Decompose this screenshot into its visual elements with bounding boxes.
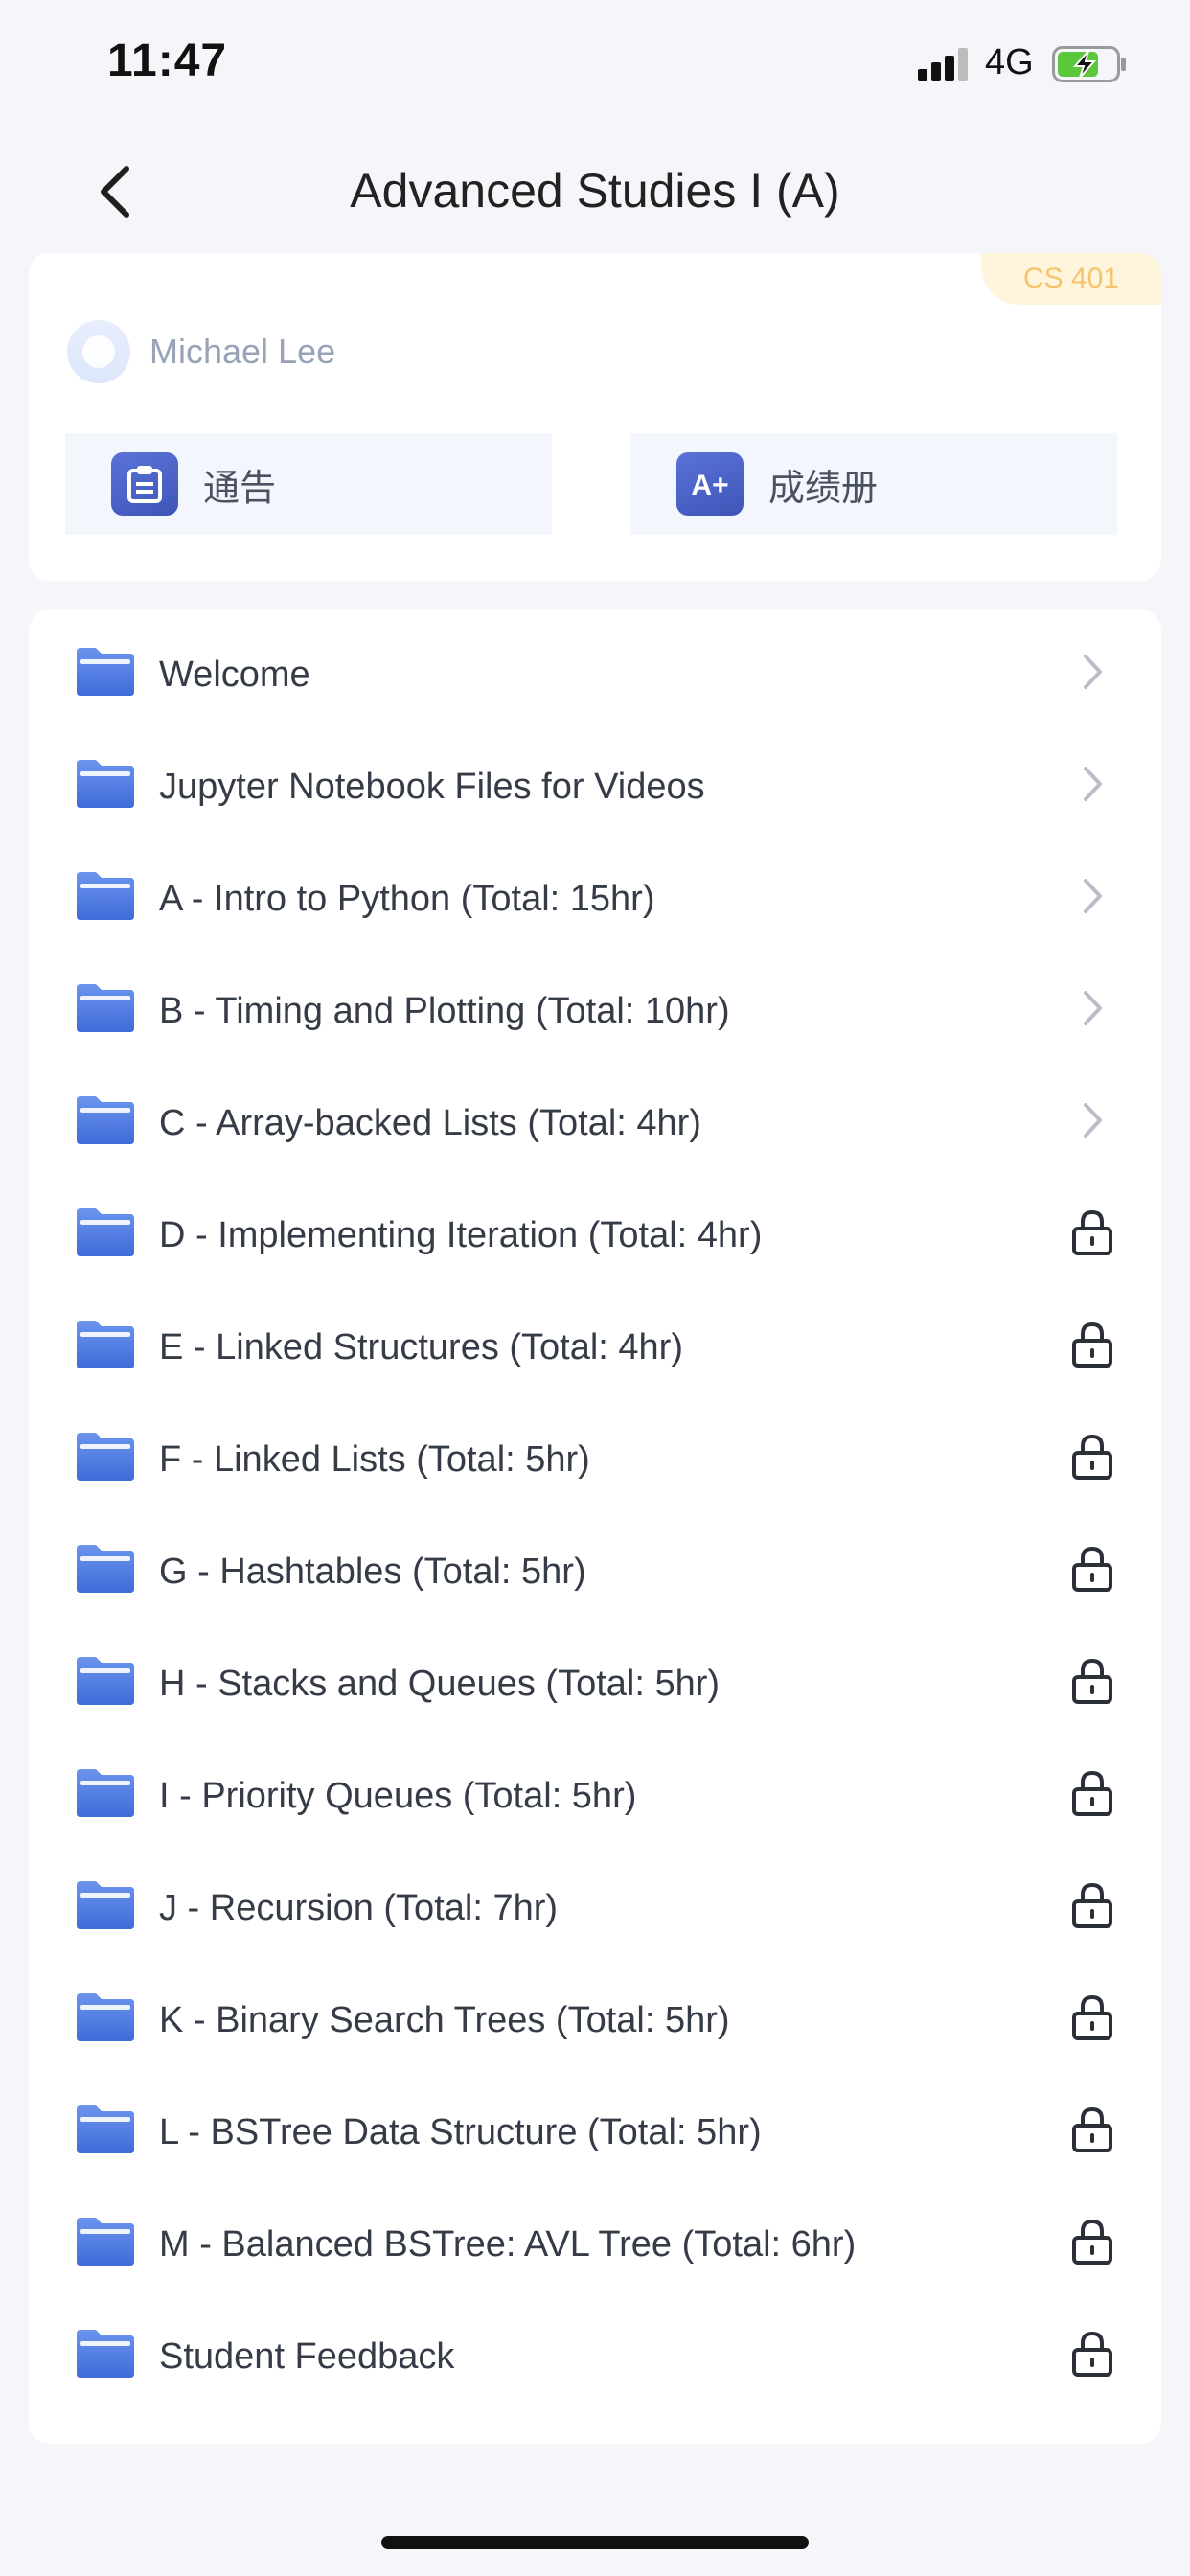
module-list: Welcome Jupyter Notebook Files for Videos… bbox=[29, 610, 1161, 2444]
home-indicator bbox=[381, 2536, 809, 2549]
lock-icon bbox=[1069, 1208, 1115, 1256]
module-label: Welcome bbox=[159, 655, 310, 695]
module-label: F - Linked Lists (Total: 5hr) bbox=[159, 1439, 590, 1480]
module-item[interactable]: Welcome bbox=[29, 619, 1161, 731]
folder-icon bbox=[77, 1881, 134, 1929]
folder-icon bbox=[77, 984, 134, 1032]
module-item[interactable]: B - Timing and Plotting (Total: 10hr) bbox=[29, 955, 1161, 1068]
module-item[interactable]: C - Array-backed Lists (Total: 4hr) bbox=[29, 1068, 1161, 1180]
folder-icon bbox=[77, 1096, 134, 1144]
module-label: M - Balanced BSTree: AVL Tree (Total: 6h… bbox=[159, 2224, 857, 2265]
chevron-right-icon bbox=[1069, 760, 1115, 808]
lock-icon bbox=[1069, 2330, 1115, 2378]
chevron-right-icon bbox=[1069, 648, 1115, 696]
module-item[interactable]: M - Balanced BSTree: AVL Tree (Total: 6h… bbox=[29, 2189, 1161, 2301]
status-time: 11:47 bbox=[107, 35, 228, 86]
module-item[interactable]: F - Linked Lists (Total: 5hr) bbox=[29, 1404, 1161, 1516]
module-label: I - Priority Queues (Total: 5hr) bbox=[159, 1776, 637, 1816]
chevron-right-icon bbox=[1069, 872, 1115, 920]
lock-icon bbox=[1069, 1881, 1115, 1929]
folder-icon bbox=[77, 1545, 134, 1593]
instructor: Michael Lee bbox=[67, 320, 335, 383]
module-label: H - Stacks and Queues (Total: 5hr) bbox=[159, 1664, 721, 1704]
lock-icon bbox=[1069, 1993, 1115, 2041]
folder-icon bbox=[77, 2330, 134, 2378]
network-type: 4G bbox=[985, 42, 1034, 82]
gradebook-label: 成绩册 bbox=[768, 468, 879, 509]
module-label: L - BSTree Data Structure (Total: 5hr) bbox=[159, 2112, 762, 2152]
folder-icon bbox=[77, 2105, 134, 2153]
announcements-label: 通告 bbox=[203, 468, 277, 509]
folder-icon bbox=[77, 1769, 134, 1817]
avatar bbox=[67, 320, 130, 383]
module-item[interactable]: D - Implementing Iteration (Total: 4hr) bbox=[29, 1180, 1161, 1292]
lock-icon bbox=[1069, 1545, 1115, 1593]
lock-icon bbox=[1069, 2218, 1115, 2266]
gradebook-icon: A+ bbox=[676, 452, 744, 516]
lock-icon bbox=[1069, 1321, 1115, 1368]
folder-icon bbox=[77, 1208, 134, 1256]
module-item[interactable]: L - BSTree Data Structure (Total: 5hr) bbox=[29, 2077, 1161, 2189]
announcements-button[interactable]: 通告 bbox=[65, 433, 552, 535]
signal-icon bbox=[918, 48, 968, 80]
course-card: CS 401 Michael Lee 通告 A+ 成绩册 bbox=[29, 253, 1161, 581]
folder-icon bbox=[77, 648, 134, 696]
folder-icon bbox=[77, 1657, 134, 1705]
module-item[interactable]: H - Stacks and Queues (Total: 5hr) bbox=[29, 1628, 1161, 1740]
status-bar: 11:47 4G bbox=[0, 0, 1190, 125]
module-item[interactable]: J - Recursion (Total: 7hr) bbox=[29, 1852, 1161, 1965]
folder-icon bbox=[77, 1321, 134, 1368]
module-label: G - Hashtables (Total: 5hr) bbox=[159, 1552, 586, 1592]
folder-icon bbox=[77, 1433, 134, 1481]
module-item[interactable]: I - Priority Queues (Total: 5hr) bbox=[29, 1740, 1161, 1852]
user-avatar-icon bbox=[82, 335, 115, 368]
module-label: K - Binary Search Trees (Total: 5hr) bbox=[159, 2000, 730, 2040]
chevron-right-icon bbox=[1069, 1096, 1115, 1144]
module-item[interactable]: Student Feedback bbox=[29, 2301, 1161, 2413]
module-item[interactable]: G - Hashtables (Total: 5hr) bbox=[29, 1516, 1161, 1628]
lock-icon bbox=[1069, 2105, 1115, 2153]
module-label: C - Array-backed Lists (Total: 4hr) bbox=[159, 1103, 701, 1143]
module-label: D - Implementing Iteration (Total: 4hr) bbox=[159, 1215, 763, 1255]
module-label: Student Feedback bbox=[159, 2336, 455, 2377]
module-item[interactable]: A - Intro to Python (Total: 15hr) bbox=[29, 843, 1161, 955]
module-label: B - Timing and Plotting (Total: 10hr) bbox=[159, 991, 730, 1031]
gradebook-button[interactable]: A+ 成绩册 bbox=[630, 433, 1117, 535]
lock-icon bbox=[1069, 1433, 1115, 1481]
instructor-name: Michael Lee bbox=[149, 332, 336, 371]
svg-text:A+: A+ bbox=[691, 470, 728, 501]
module-label: J - Recursion (Total: 7hr) bbox=[159, 1888, 559, 1928]
lock-icon bbox=[1069, 1657, 1115, 1705]
module-item[interactable]: K - Binary Search Trees (Total: 5hr) bbox=[29, 1965, 1161, 2077]
folder-icon bbox=[77, 2218, 134, 2266]
announcement-icon bbox=[111, 452, 178, 516]
nav-bar: Advanced Studies I (A) bbox=[0, 144, 1190, 240]
module-label: E - Linked Structures (Total: 4hr) bbox=[159, 1327, 683, 1368]
page-title: Advanced Studies I (A) bbox=[350, 164, 840, 218]
module-label: A - Intro to Python (Total: 15hr) bbox=[159, 879, 655, 919]
lock-icon bbox=[1069, 1769, 1115, 1817]
module-item[interactable]: Jupyter Notebook Files for Videos bbox=[29, 731, 1161, 843]
module-label: Jupyter Notebook Files for Videos bbox=[159, 767, 705, 807]
folder-icon bbox=[77, 872, 134, 920]
folder-icon bbox=[77, 1993, 134, 2041]
course-code-badge: CS 401 bbox=[980, 253, 1161, 305]
chevron-right-icon bbox=[1069, 984, 1115, 1032]
battery-charging-icon bbox=[1052, 46, 1126, 82]
folder-icon bbox=[77, 760, 134, 808]
module-item[interactable]: E - Linked Structures (Total: 4hr) bbox=[29, 1292, 1161, 1404]
